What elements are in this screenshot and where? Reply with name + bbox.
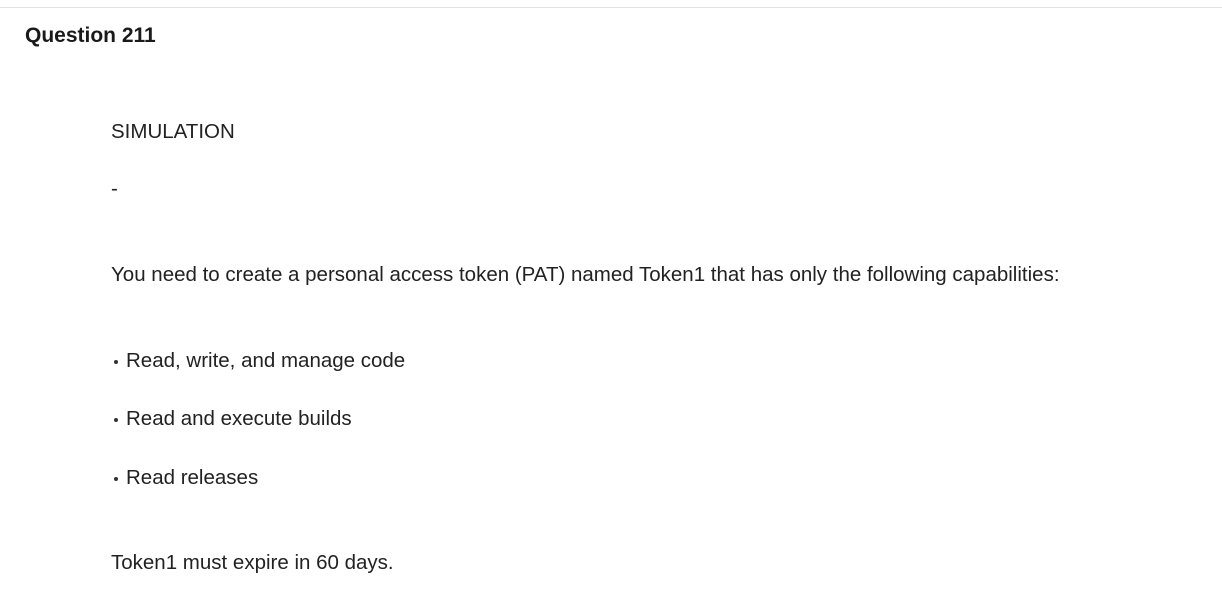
- capability-label: Read releases: [126, 466, 259, 489]
- question-title: Question 211: [25, 24, 156, 47]
- capability-item: Read and execute builds: [111, 405, 352, 433]
- bullet-icon: [114, 360, 118, 364]
- bullet-icon: [114, 477, 118, 481]
- top-divider: [0, 7, 1222, 8]
- bullet-icon: [114, 418, 118, 422]
- intro-text: You need to create a personal access tok…: [111, 263, 1060, 286]
- separator-dash: -: [111, 177, 118, 200]
- capability-item: Read, write, and manage code: [111, 347, 405, 375]
- capability-item: Read releases: [111, 464, 258, 492]
- expiry-text: Token1 must expire in 60 days.: [111, 551, 394, 574]
- simulation-label: SIMULATION: [111, 120, 235, 143]
- capability-label: Read, write, and manage code: [126, 349, 406, 372]
- capability-label: Read and execute builds: [126, 407, 352, 430]
